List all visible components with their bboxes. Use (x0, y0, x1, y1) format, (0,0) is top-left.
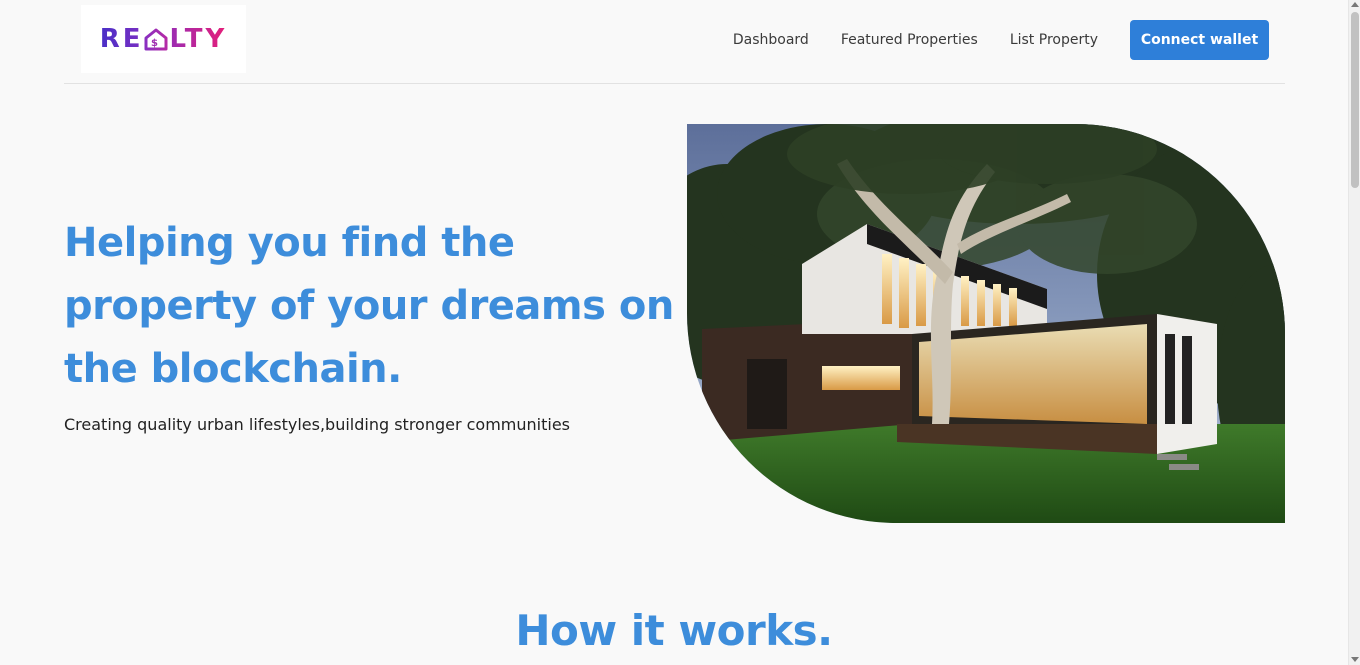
nav-list-property[interactable]: List Property (1010, 32, 1098, 48)
top-nav: Dashboard Featured Properties List Prope… (733, 20, 1269, 60)
scroll-down-arrow-icon[interactable] (1351, 657, 1359, 662)
hero-house-image (687, 124, 1285, 523)
how-it-works-title: How it works. (515, 606, 833, 655)
page: RE $ LTY Dashboard Featured Properties L… (0, 0, 1348, 665)
logo[interactable]: RE $ LTY (81, 5, 246, 73)
nav-featured-properties[interactable]: Featured Properties (841, 32, 978, 48)
header-divider (64, 83, 1285, 84)
logo-text-right: LTY (169, 24, 228, 54)
scrollbar-thumb[interactable] (1351, 12, 1359, 188)
house-dollar-icon: $ (144, 28, 168, 51)
nav-dashboard[interactable]: Dashboard (733, 32, 809, 48)
scroll-up-arrow-icon[interactable] (1351, 2, 1359, 7)
hero-title: Helping you find the property of your dr… (64, 220, 674, 392)
svg-text:$: $ (151, 38, 161, 49)
connect-wallet-button[interactable]: Connect wallet (1130, 20, 1269, 60)
page-scrollbar[interactable] (1348, 0, 1360, 665)
logo-wordmark: RE $ LTY (100, 24, 228, 54)
logo-text-left: RE (99, 24, 144, 54)
hero-subtitle: Creating quality urban lifestyles,buildi… (64, 415, 571, 434)
